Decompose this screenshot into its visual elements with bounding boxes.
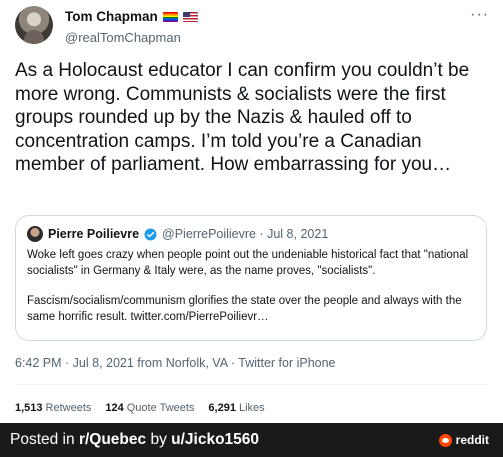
retweets-stat[interactable]: 1,513 Retweets xyxy=(15,402,91,414)
tweet-text: As a Holocaust educator I can confirm yo… xyxy=(15,60,470,175)
subreddit-link[interactable]: r/Quebec xyxy=(79,431,146,448)
tweet-stats: 1,513 Retweets 124 Quote Tweets 6,291 Likes xyxy=(15,402,265,414)
more-icon[interactable]: ··· xyxy=(470,6,489,24)
quoted-tweet-meta: @PierrePoilievre · Jul 8, 2021 xyxy=(162,227,329,241)
quoted-author-avatar[interactable] xyxy=(27,226,43,242)
quote-tweets-stat[interactable]: 124 Quote Tweets xyxy=(105,402,194,414)
tweet-card: Tom Chapman @realTomChapman ··· As a Hol… xyxy=(0,0,503,423)
reddit-brand[interactable]: reddit xyxy=(438,433,489,447)
tweet-author: Tom Chapman @realTomChapman xyxy=(65,9,198,46)
rainbow-flag-icon xyxy=(162,12,178,22)
author-avatar[interactable] xyxy=(15,6,53,44)
quoted-tweet-text: Woke left goes crazy when people point o… xyxy=(27,248,477,325)
author-handle[interactable]: @realTomChapman xyxy=(65,29,198,46)
likes-stat[interactable]: 6,291 Likes xyxy=(208,402,264,414)
tweet-timestamp[interactable]: 6:42 PM · Jul 8, 2021 from Norfolk, VA ·… xyxy=(15,356,336,370)
reddit-footer: Posted in r/Quebec by u/Jicko1560 reddit xyxy=(0,423,503,457)
us-flag-icon xyxy=(182,12,198,22)
quoted-paragraph-2[interactable]: Fascism/socialism/communism glorifies th… xyxy=(27,294,477,325)
verified-badge-icon xyxy=(144,228,157,240)
reddit-logo-icon xyxy=(438,433,452,447)
author-name-row[interactable]: Tom Chapman xyxy=(65,9,198,25)
reddit-wordmark: reddit xyxy=(455,433,489,447)
quoted-tweet[interactable]: Pierre Poilievre @PierrePoilievre · Jul … xyxy=(15,215,487,341)
quoted-author-name[interactable]: Pierre Poilievre xyxy=(48,227,139,241)
quoted-paragraph-1: Woke left goes crazy when people point o… xyxy=(27,249,469,277)
quoted-tweet-header: Pierre Poilievre @PierrePoilievre · Jul … xyxy=(27,226,328,242)
posted-in-text: Posted in r/Quebec by u/Jicko1560 xyxy=(10,431,260,448)
divider xyxy=(15,384,488,385)
author-name[interactable]: Tom Chapman xyxy=(65,9,158,25)
username-link[interactable]: u/Jicko1560 xyxy=(171,431,259,448)
